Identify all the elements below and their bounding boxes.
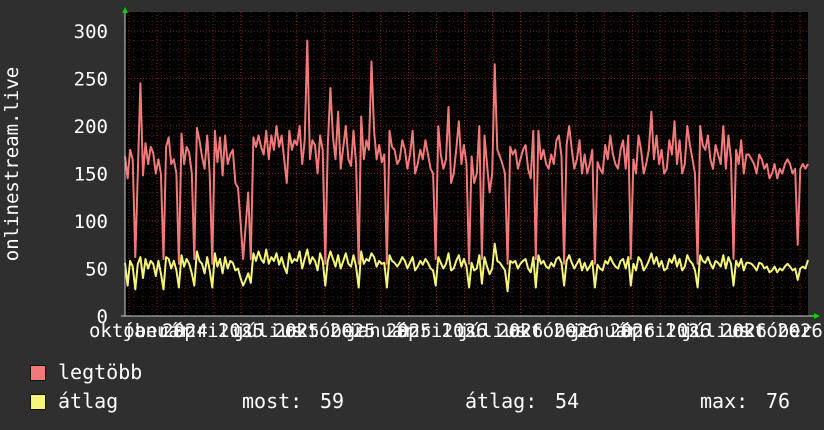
stat-max-label: max: bbox=[700, 389, 749, 413]
y-axis-arrow-icon bbox=[122, 7, 128, 13]
y-tick-label: 150 bbox=[74, 164, 108, 186]
y-tick-label: 300 bbox=[74, 21, 108, 43]
legend-swatch-max bbox=[30, 365, 46, 381]
legend-item-avg: átlag most: 59 átlag: 54 max: 76 bbox=[30, 389, 820, 418]
y-axis-label: onlinestream.live bbox=[1, 67, 23, 261]
y-tick-labels: 050100150200250300 bbox=[74, 21, 108, 328]
stat-avg-value: 54 bbox=[555, 389, 580, 413]
legend-label-avg: átlag bbox=[58, 389, 119, 413]
stat-now-label: most: bbox=[242, 389, 303, 413]
stat-max-value: 76 bbox=[766, 389, 791, 413]
legend-swatch-avg bbox=[30, 394, 46, 410]
x-axis-arrow-icon bbox=[814, 313, 820, 319]
y-tick-label: 200 bbox=[74, 116, 108, 138]
x-tick-label: 2026 bbox=[777, 320, 823, 342]
y-tick-label: 100 bbox=[74, 211, 108, 233]
y-tick-label: 50 bbox=[85, 259, 108, 281]
legend: legtöbb átlag most: 59 átlag: 54 max: 76 bbox=[30, 360, 820, 418]
y-tick-label: 250 bbox=[74, 69, 108, 91]
stat-avg-label: átlag: bbox=[465, 389, 538, 413]
legend-label-max: legtöbb bbox=[58, 360, 143, 384]
legend-item-max: legtöbb bbox=[30, 360, 820, 389]
stat-now-value: 59 bbox=[320, 389, 345, 413]
x-tick-labels: októberjanuár2024április2025július2025ok… bbox=[89, 320, 823, 342]
